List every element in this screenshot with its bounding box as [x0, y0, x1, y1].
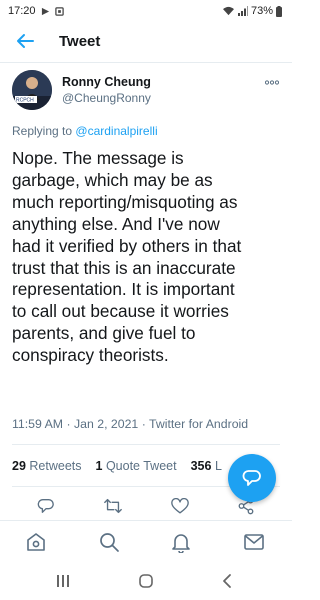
tweet-text-line: parents, and give fuel to — [12, 323, 196, 344]
status-time: 17:20 — [8, 5, 36, 17]
tweet-text: Nope. The message is garbage, which may … — [12, 148, 284, 367]
like-button[interactable] — [168, 494, 192, 518]
tweet-author: RCPCH Ronny Cheung @CheungRonny — [12, 70, 282, 114]
notifications-icon — [172, 534, 190, 553]
app-header: Tweet — [0, 26, 292, 56]
tweet-text-line: had it verified by others in that — [12, 235, 242, 256]
tweet-source[interactable]: Twitter for Android — [149, 417, 248, 431]
nav-notifications[interactable] — [168, 529, 194, 555]
meta-separator: · — [141, 417, 146, 431]
compose-reply-icon — [242, 470, 261, 486]
tweet-text-line: to call out because it worries — [12, 301, 229, 322]
header-divider — [0, 62, 292, 63]
messages-icon — [244, 534, 264, 550]
recents-icon — [57, 575, 69, 587]
reply-button[interactable] — [34, 494, 58, 518]
more-options-button[interactable] — [262, 76, 282, 88]
arrow-left-icon — [17, 34, 34, 48]
likes-count: 356 — [190, 459, 212, 473]
more-icon — [265, 79, 279, 85]
replying-to: Replying to @cardinalpirelli — [12, 124, 158, 138]
back-icon — [223, 574, 231, 588]
retweets-label: Retweets — [29, 459, 82, 473]
author-handle[interactable]: @CheungRonny — [62, 91, 151, 106]
system-navigation-bar — [0, 562, 292, 600]
battery-icon — [276, 5, 282, 17]
reply-mention-link[interactable]: @cardinalpirelli — [75, 124, 157, 138]
tweet-text-line: Nope. The message is — [12, 148, 184, 168]
nav-search[interactable] — [96, 529, 122, 555]
system-home-button[interactable] — [131, 570, 161, 592]
author-name[interactable]: Ronny Cheung — [62, 75, 151, 89]
tweet-text-line: much reporting/misquoting as — [12, 191, 238, 212]
avatar[interactable]: RCPCH — [12, 70, 52, 110]
home-icon — [27, 533, 45, 551]
retweets-stat[interactable]: 29 Retweets — [12, 459, 82, 473]
home-button-icon — [139, 574, 153, 588]
retweet-button[interactable] — [101, 494, 125, 518]
signal-icon — [237, 6, 248, 16]
tweet-stats: 29 Retweets 1 Quote Tweet 356 L — [12, 459, 222, 473]
back-button[interactable] — [9, 26, 41, 56]
quote-count: 1 — [95, 459, 103, 473]
gallery-icon — [54, 6, 64, 16]
nav-home[interactable] — [23, 529, 49, 555]
page-title: Tweet — [59, 32, 101, 50]
tweet-text-line: trust that this is an inaccurate — [12, 257, 236, 278]
search-icon — [100, 533, 119, 552]
tweet-date: Jan 2, 2021 — [74, 417, 139, 431]
tweet-text-line: representation. It is important — [12, 279, 235, 300]
recents-button[interactable] — [48, 570, 78, 592]
tweet-text-line: garbage, which may be as — [12, 169, 213, 190]
replying-to-label: Replying to — [12, 124, 73, 138]
likes-label: L — [214, 459, 222, 473]
quote-label: Quote Tweet — [105, 459, 177, 473]
battery-level: 73% — [250, 5, 273, 17]
meta-separator: · — [66, 417, 71, 431]
system-back-button[interactable] — [212, 570, 242, 592]
compose-fab-button[interactable] — [228, 454, 276, 502]
tweet-time: 11:59 AM — [12, 417, 64, 431]
play-icon — [41, 7, 50, 16]
quote-tweets-stat[interactable]: 1 Quote Tweet — [96, 459, 177, 473]
avatar-logo-text: RCPCH — [16, 98, 34, 104]
bottom-tab-bar — [0, 520, 292, 560]
wifi-icon — [222, 6, 235, 16]
heart-icon — [171, 497, 189, 513]
likes-stat[interactable]: 356 L — [191, 459, 222, 473]
divider — [12, 444, 280, 445]
retweet-icon — [104, 498, 122, 514]
nav-messages[interactable] — [241, 529, 267, 555]
status-bar: 17:20 73% — [0, 0, 292, 22]
tweet-text-line: conspiracy theorists. — [12, 345, 169, 366]
tweet-meta: 11:59 AM · Jan 2, 2021 · Twitter for And… — [12, 417, 248, 431]
reply-icon — [37, 499, 54, 513]
retweets-count: 29 — [12, 459, 26, 473]
tweet-text-line: anything else. And I've now — [12, 213, 220, 234]
